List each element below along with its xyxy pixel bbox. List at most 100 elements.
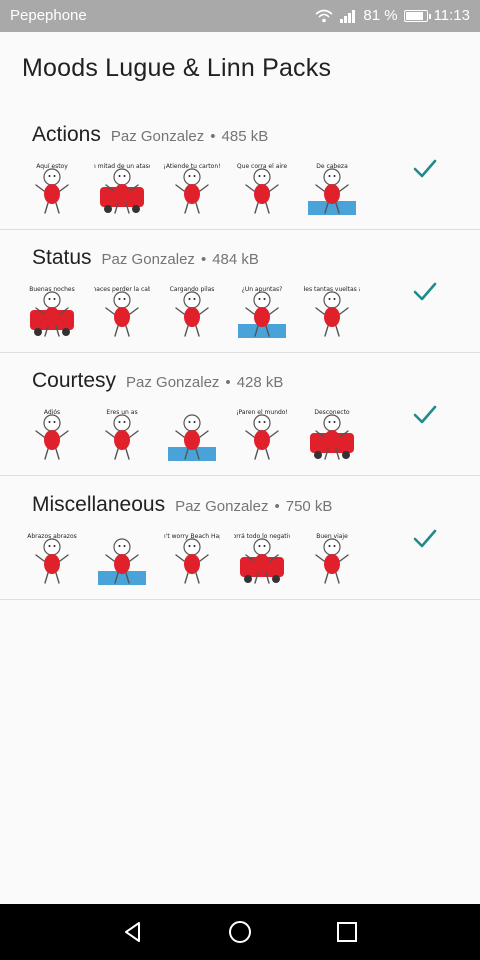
sticker-caption: ¡Paren el mundo!	[236, 409, 288, 416]
sticker-preview: Cargando pilas	[164, 284, 220, 340]
sticker-previews: Adiós Eres un as ¡Paren el mundo! Desconect…	[24, 407, 360, 463]
pack-author: Paz Gonzalez	[126, 374, 220, 391]
sticker-caption: Me haces perder la cabeza	[94, 286, 150, 293]
pack-author: Paz Gonzalez	[110, 128, 205, 145]
pack-row-status[interactable]: Status Paz Gonzalez • 484 kB Buenas noches…	[0, 230, 480, 353]
pack-size: 484 kB	[212, 251, 259, 268]
sticker-image: ¡Atiende tu carton!	[164, 163, 220, 214]
check-icon[interactable]	[412, 155, 438, 181]
pack-header: Miscellaneous Paz Gonzalez • 750 kB	[32, 493, 332, 517]
pack-size: 750 kB	[285, 498, 333, 515]
sticker-caption: Borrá todo lo negativo	[234, 533, 290, 540]
pack-author: Paz Gonzalez	[175, 498, 269, 515]
sticker-image: Buen viaje	[315, 533, 349, 584]
pack-meta: Paz Gonzalez • 484 kB	[101, 251, 259, 268]
pack-name: Courtesy	[32, 369, 117, 392]
pack-header: Status Paz Gonzalez • 484 kB	[32, 246, 259, 270]
sticker-caption: Abrazos abrazos	[27, 533, 77, 540]
check-icon[interactable]	[412, 401, 438, 427]
pack-size: 485 kB	[221, 128, 269, 145]
sticker-caption: No le des tantas vueltas al coco	[304, 286, 360, 293]
pack-header: Courtesy Paz Gonzalez • 428 kB	[32, 369, 283, 393]
sticker-image: Aquí estoy	[35, 163, 69, 214]
sticker-preview: Buen viaje	[304, 531, 360, 587]
sticker-previews: Buenas noches Me haces perder la cabeza Ca…	[24, 284, 360, 340]
carrier-name: Pepephone	[10, 7, 87, 24]
sticker-preview: Buenas noches	[24, 284, 80, 340]
sticker-preview: ¡Paren el mundo!	[234, 407, 290, 463]
sticker-image: No le des tantas vueltas al coco	[304, 286, 360, 337]
check-icon[interactable]	[412, 525, 438, 551]
sticker-preview: En mitad de un atasco	[94, 161, 150, 217]
sticker-image: De cabeza	[308, 163, 356, 215]
sticker-preview: Adiós	[24, 407, 80, 463]
sticker-image: Adiós	[35, 409, 69, 460]
sticker-image: Me haces perder la cabeza	[94, 286, 150, 337]
check-icon[interactable]	[412, 278, 438, 304]
sticker-image	[168, 414, 216, 461]
sticker-image: Abrazos abrazos	[27, 533, 77, 584]
sticker-image: Que corra el aire	[237, 163, 287, 214]
sticker-caption: Buenas noches	[29, 286, 75, 293]
sticker-previews: Aquí estoy En mitad de un atasco ¡Atiende …	[24, 161, 360, 217]
pack-size: 428 kB	[236, 374, 284, 391]
sticker-preview: Aquí estoy	[24, 161, 80, 217]
sticker-caption: Cargando pilas	[170, 286, 215, 293]
pack-name: Actions	[32, 123, 101, 146]
sticker-preview: Que corra el aire	[234, 161, 290, 217]
back-icon[interactable]	[121, 920, 145, 944]
home-icon[interactable]	[228, 920, 252, 944]
sticker-image: ¿Un apuntas?	[238, 286, 286, 338]
pack-row-miscellaneous[interactable]: Miscellaneous Paz Gonzalez • 750 kB Abrazo…	[0, 477, 480, 600]
sticker-image: Don't worry Beach Happy	[164, 533, 220, 584]
battery-icon	[403, 9, 431, 22]
sticker-image: Buenas noches	[29, 286, 75, 337]
sticker-image: Desconecto	[310, 409, 354, 460]
sticker-preview: ¡Atiende tu carton!	[164, 161, 220, 217]
status-bar: Pepephone 81 % 11:13	[0, 0, 480, 32]
sticker-caption: Adiós	[44, 409, 60, 416]
pack-meta: Paz Gonzalez • 428 kB	[126, 374, 284, 391]
sticker-preview: De cabeza	[304, 161, 360, 217]
page-title: Moods Lugue & Linn Packs	[22, 54, 332, 82]
sticker-preview: Eres un as	[94, 407, 150, 463]
pack-name: Status	[32, 246, 92, 269]
sticker-preview	[94, 531, 150, 587]
pack-header: Actions Paz Gonzalez • 485 kB	[32, 123, 268, 147]
sticker-preview: Don't worry Beach Happy	[164, 531, 220, 587]
wifi-icon	[315, 9, 333, 22]
status-icons: 81 % 11:13	[315, 7, 470, 24]
pack-row-courtesy[interactable]: Courtesy Paz Gonzalez • 428 kB Adiós Eres u…	[0, 353, 480, 476]
sticker-image: Borrá todo lo negativo	[234, 533, 290, 584]
pack-name: Miscellaneous	[32, 493, 166, 516]
pack-meta: Paz Gonzalez • 485 kB	[110, 128, 269, 145]
sticker-caption: En mitad de un atasco	[94, 163, 150, 170]
sticker-caption: Desconecto	[314, 409, 350, 416]
signal-icon	[340, 9, 356, 23]
sticker-preview: Abrazos abrazos	[24, 531, 80, 587]
sticker-caption: ¡Atiende tu carton!	[164, 163, 220, 170]
pack-meta: Paz Gonzalez • 750 kB	[175, 498, 333, 515]
recents-icon[interactable]	[335, 920, 359, 944]
sticker-preview: No le des tantas vueltas al coco	[304, 284, 360, 340]
sticker-preview: ¿Un apuntas?	[234, 284, 290, 340]
sticker-image: Cargando pilas	[170, 286, 215, 337]
sticker-image: En mitad de un atasco	[94, 163, 150, 214]
sticker-image	[98, 538, 146, 585]
sticker-image: Eres un as	[105, 409, 139, 460]
navigation-bar	[0, 904, 480, 960]
battery-percent: 81 %	[363, 7, 398, 24]
sticker-image: ¡Paren el mundo!	[236, 409, 288, 460]
sticker-caption: Buen viaje	[316, 533, 348, 540]
sticker-preview	[164, 407, 220, 463]
pack-row-actions[interactable]: Actions Paz Gonzalez•485 kB Aquí estoy En…	[0, 107, 480, 230]
sticker-preview: Desconecto	[304, 407, 360, 463]
clock: 11:13	[433, 7, 470, 24]
sticker-preview: Me haces perder la cabeza	[94, 284, 150, 340]
sticker-caption: Eres un as	[106, 409, 137, 416]
pack-author: Paz Gonzalez	[101, 251, 195, 268]
sticker-caption: Que corra el aire	[237, 163, 287, 170]
sticker-caption: Aquí estoy	[36, 163, 68, 170]
sticker-caption: ¿Un apuntas?	[242, 286, 283, 293]
sticker-caption: Don't worry Beach Happy	[164, 533, 220, 540]
